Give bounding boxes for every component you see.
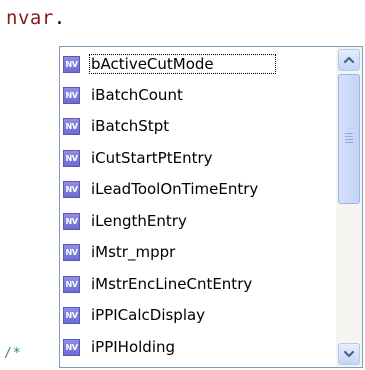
completion-item[interactable]: NV iPPIHolding bbox=[60, 333, 336, 361]
completion-item-label: bActiveCutMode bbox=[89, 54, 276, 74]
network-variable-icon: NV bbox=[63, 306, 80, 324]
scroll-up-arrow-icon bbox=[343, 56, 355, 64]
completion-item-label: iCutStartPtEntry bbox=[91, 149, 213, 167]
completion-item-label: iMstr_mppr bbox=[91, 243, 176, 261]
completion-item[interactable]: NV iCutStartPtEntry bbox=[60, 144, 336, 172]
scroll-down-button[interactable] bbox=[338, 343, 360, 365]
completion-item-label: iLeadToolOnTimeEntry bbox=[91, 180, 259, 198]
typed-identifier: nvar bbox=[6, 7, 54, 29]
completion-item-label: iPPIHolding bbox=[91, 338, 176, 356]
completion-item[interactable]: NV iPPICalcDisplay bbox=[60, 301, 336, 329]
comment-start-marker: /* bbox=[4, 346, 22, 361]
completion-item-label: iLengthEntry bbox=[91, 212, 187, 230]
completion-item[interactable]: NV iBatchStpt bbox=[60, 112, 336, 140]
completion-item[interactable]: NV iBatchCount bbox=[60, 81, 336, 109]
network-variable-icon: NV bbox=[63, 180, 80, 198]
completion-item[interactable]: NV iLengthEntry bbox=[60, 207, 336, 235]
autocomplete-popup[interactable]: NV bActiveCutMode NV iBatchCount NV iBat… bbox=[59, 46, 363, 368]
completion-list[interactable]: NV bActiveCutMode NV iBatchCount NV iBat… bbox=[60, 47, 336, 367]
completion-item-label: iBatchStpt bbox=[91, 117, 170, 135]
completion-item[interactable]: NV bActiveCutMode bbox=[60, 50, 336, 78]
network-variable-icon: NV bbox=[63, 212, 80, 230]
scroll-up-button[interactable] bbox=[338, 49, 360, 71]
editor-code-line[interactable]: nvar. bbox=[6, 6, 66, 30]
scroll-thumb[interactable] bbox=[338, 74, 360, 204]
network-variable-icon: NV bbox=[63, 55, 80, 73]
network-variable-icon: NV bbox=[63, 338, 80, 356]
completion-item-label: iMstrEncLineCntEntry bbox=[91, 275, 253, 293]
network-variable-icon: NV bbox=[63, 86, 80, 104]
network-variable-icon: NV bbox=[63, 149, 80, 167]
member-access-dot: . bbox=[53, 7, 66, 29]
scroll-down-arrow-icon bbox=[343, 350, 355, 358]
network-variable-icon: NV bbox=[63, 117, 80, 135]
network-variable-icon: NV bbox=[63, 275, 80, 293]
completion-item-label: iPPICalcDisplay bbox=[91, 306, 206, 324]
network-variable-icon: NV bbox=[63, 243, 80, 261]
completion-item-label: iBatchCount bbox=[91, 86, 183, 104]
completion-item[interactable]: NV iMstrEncLineCntEntry bbox=[60, 270, 336, 298]
completion-item[interactable]: NV iLeadToolOnTimeEntry bbox=[60, 175, 336, 203]
completion-item[interactable]: NV iMstr_mppr bbox=[60, 238, 336, 266]
vertical-scrollbar[interactable] bbox=[336, 47, 362, 367]
